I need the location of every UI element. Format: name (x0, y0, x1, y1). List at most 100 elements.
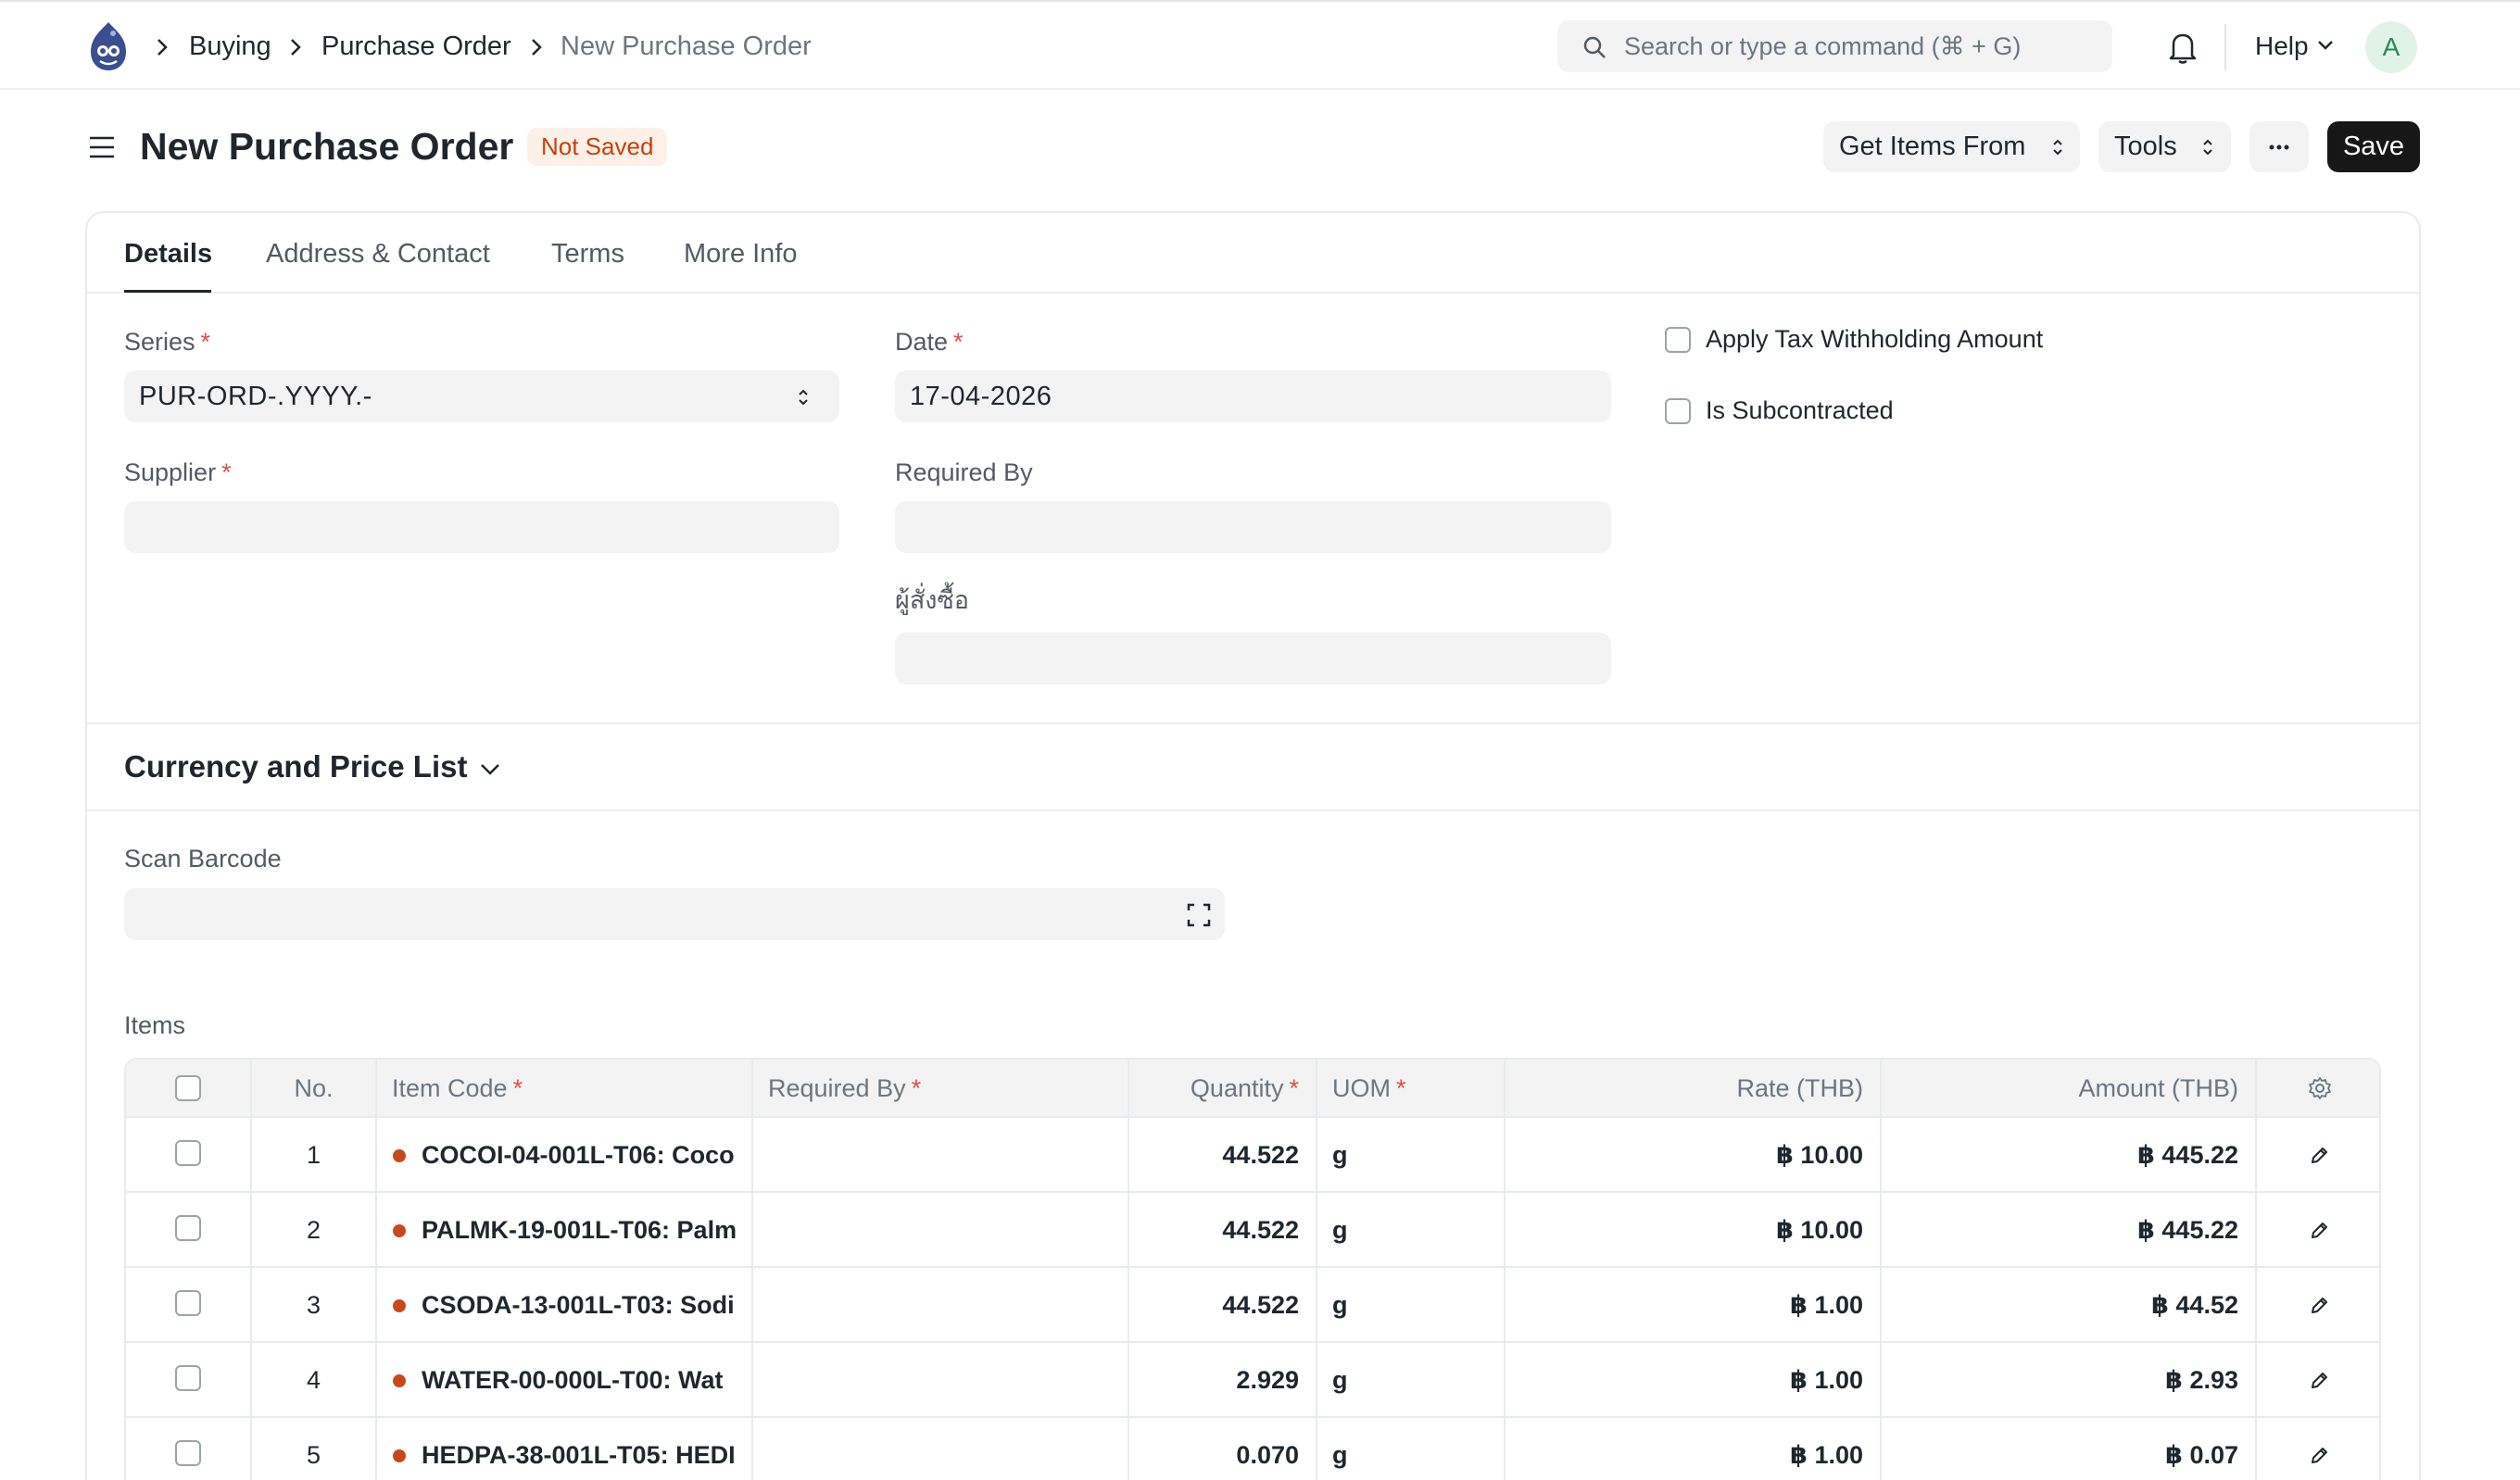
header-settings-cell (2257, 1060, 2379, 1116)
table-row[interactable]: 5 HEDPA-38-001L-T05: HEDI 0.070 g ฿ 1.00… (126, 1418, 2379, 1480)
row-select-cell (126, 1343, 252, 1416)
row-checkbox[interactable] (175, 1365, 201, 1391)
scan-icon[interactable] (1186, 902, 1212, 928)
row-rate[interactable]: ฿ 1.00 (1506, 1343, 1882, 1416)
select-all-checkbox[interactable] (175, 1075, 201, 1101)
row-uom[interactable]: g (1317, 1418, 1506, 1480)
row-checkbox[interactable] (175, 1290, 201, 1316)
row-item-code[interactable]: HEDPA-38-001L-T05: HEDI (377, 1418, 753, 1480)
row-no: 2 (252, 1193, 377, 1266)
row-uom[interactable]: g (1317, 1343, 1506, 1416)
gear-icon[interactable] (2308, 1076, 2332, 1100)
row-item-code[interactable]: PALMK-19-001L-T06: Palm (377, 1193, 753, 1266)
search-bar[interactable] (1557, 20, 2112, 72)
series-value: PUR-ORD-.YYYY.- (139, 382, 372, 411)
row-quantity[interactable]: 44.522 (1129, 1193, 1317, 1266)
get-items-from-button[interactable]: Get Items From (1823, 121, 2080, 172)
table-row[interactable]: 2 PALMK-19-001L-T06: Palm 44.522 g ฿ 10.… (126, 1193, 2379, 1268)
row-uom[interactable]: g (1317, 1118, 1506, 1191)
is-subcontracted-label: Is Subcontracted (1706, 396, 1894, 424)
help-menu[interactable]: Help (2255, 30, 2309, 63)
chevron-right-icon (291, 39, 301, 56)
header-no: No. (252, 1060, 377, 1116)
more-actions-button[interactable] (2249, 121, 2309, 172)
tab-details[interactable]: Details (124, 237, 212, 270)
breadcrumb-current: New Purchase Order (561, 31, 812, 61)
row-quantity[interactable]: 44.522 (1129, 1118, 1317, 1191)
pencil-icon[interactable] (2309, 1221, 2329, 1241)
status-badge: Not Saved (527, 128, 668, 166)
row-quantity[interactable]: 2.929 (1129, 1343, 1317, 1416)
row-checkbox[interactable] (175, 1215, 201, 1241)
row-amount: ฿ 445.22 (1882, 1193, 2257, 1266)
avatar[interactable]: A (2365, 21, 2417, 73)
currency-price-list-section-toggle[interactable]: Currency and Price List (124, 747, 467, 786)
pencil-icon[interactable] (2309, 1371, 2329, 1391)
series-select[interactable]: PUR-ORD-.YYYY.- (124, 370, 839, 422)
table-header: No. Item Code * Required By * Quantity * UO… (126, 1060, 2379, 1118)
row-item-code[interactable]: CSODA-13-001L-T03: Sodi (377, 1268, 753, 1341)
row-select-cell (126, 1268, 252, 1341)
chevron-down-icon[interactable] (2316, 39, 2335, 52)
row-rate[interactable]: ฿ 10.00 (1506, 1193, 1882, 1266)
row-amount: ฿ 0.07 (1882, 1418, 2257, 1480)
breadcrumb-purchase-order[interactable]: Purchase Order (321, 30, 511, 63)
app-logo-icon[interactable] (85, 20, 132, 72)
row-rate[interactable]: ฿ 1.00 (1506, 1418, 1882, 1480)
row-checkbox[interactable] (175, 1440, 201, 1466)
orderer-field[interactable] (895, 633, 1611, 684)
pencil-icon[interactable] (2309, 1296, 2329, 1316)
pencil-icon[interactable] (2309, 1146, 2329, 1166)
tab-address-contact[interactable]: Address & Contact (266, 237, 490, 270)
row-quantity[interactable]: 0.070 (1129, 1418, 1317, 1480)
tab-terms[interactable]: Terms (551, 237, 624, 270)
breadcrumb-buying[interactable]: Buying (189, 30, 271, 63)
row-quantity[interactable]: 44.522 (1129, 1268, 1317, 1341)
supplier-field[interactable] (124, 501, 839, 553)
tools-button[interactable]: Tools (2098, 121, 2231, 172)
row-item-code[interactable]: COCOI-04-001L-T06: Coco (377, 1118, 753, 1191)
pencil-icon[interactable] (2309, 1446, 2329, 1466)
status-dot (393, 1224, 406, 1237)
row-uom[interactable]: g (1317, 1193, 1506, 1266)
row-uom[interactable]: g (1317, 1268, 1506, 1341)
chevron-down-icon[interactable] (478, 759, 502, 778)
is-subcontracted-checkbox[interactable] (1665, 398, 1691, 424)
row-required-by[interactable] (753, 1343, 1129, 1416)
tabs-bar: Details Address & Contact Terms More Inf… (87, 213, 2419, 294)
search-input[interactable] (1624, 20, 2097, 72)
table-row[interactable]: 4 WATER-00-000L-T00: Wat 2.929 g ฿ 1.00 … (126, 1343, 2379, 1418)
row-item-code[interactable]: WATER-00-000L-T00: Wat (377, 1343, 753, 1416)
scan-barcode-field[interactable] (124, 888, 1225, 940)
navbar: Buying Purchase Order New Purchase Order… (0, 0, 2520, 90)
section-divider (87, 809, 2419, 811)
row-required-by[interactable] (753, 1268, 1129, 1341)
table-row[interactable]: 1 COCOI-04-001L-T06: Coco 44.522 g ฿ 10.… (126, 1118, 2379, 1193)
row-required-by[interactable] (753, 1418, 1129, 1480)
row-required-by[interactable] (753, 1193, 1129, 1266)
date-field[interactable]: 17-04-2026 (895, 370, 1611, 422)
required-by-field[interactable] (895, 501, 1611, 553)
table-row[interactable]: 3 CSODA-13-001L-T03: Sodi 44.522 g ฿ 1.0… (126, 1268, 2379, 1343)
chevron-right-icon (158, 39, 168, 56)
row-rate[interactable]: ฿ 1.00 (1506, 1268, 1882, 1341)
row-select-cell (126, 1193, 252, 1266)
scan-barcode-label: Scan Barcode (124, 845, 282, 872)
apply-tax-withholding-checkbox[interactable] (1665, 327, 1691, 353)
tab-more-info[interactable]: More Info (684, 237, 798, 270)
row-no: 4 (252, 1343, 377, 1416)
status-dot (393, 1449, 406, 1462)
bell-icon[interactable] (2166, 30, 2199, 65)
row-select-cell (126, 1418, 252, 1480)
row-no: 5 (252, 1418, 377, 1480)
row-required-by[interactable] (753, 1118, 1129, 1191)
search-icon (1583, 36, 1606, 58)
header-required-by: Required By * (753, 1060, 1129, 1116)
header-select-cell (126, 1060, 252, 1116)
row-amount: ฿ 44.52 (1882, 1268, 2257, 1341)
save-button[interactable]: Save (2327, 121, 2420, 172)
row-rate[interactable]: ฿ 10.00 (1506, 1118, 1882, 1191)
row-checkbox[interactable] (175, 1140, 201, 1166)
items-label: Items (124, 1011, 186, 1039)
hamburger-icon[interactable] (87, 132, 117, 162)
